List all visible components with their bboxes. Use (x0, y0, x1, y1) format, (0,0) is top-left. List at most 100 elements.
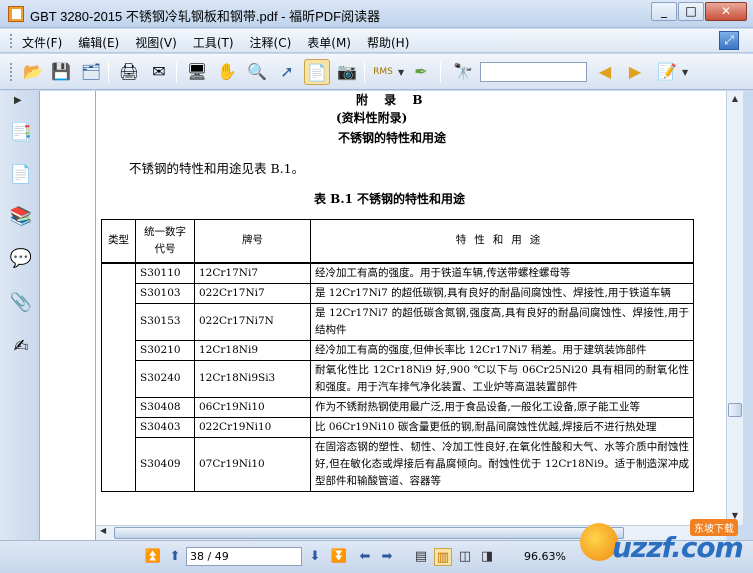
table-row: S30408 06Cr19Ni10 作为不锈耐热钢使用最广泛,用于食品设备,一般… (102, 396, 694, 418)
navigation-panel: ▶ 📑 📄 📚 💬 📎 ✍ (0, 91, 40, 540)
first-page-icon[interactable]: ⏫ (144, 548, 162, 566)
continuous-facing-icon[interactable]: ◨ (478, 548, 496, 566)
menu-comment[interactable]: 注释(C) (250, 34, 292, 51)
table-row: S30153 022Cr17Ni7N 是 12Cr17Ni7 的超低碳含氮钢,强… (102, 302, 694, 341)
close-button[interactable]: ✕ (705, 2, 747, 21)
grade-cell: 12Cr18Ni9 (194, 339, 311, 361)
search-input[interactable] (480, 62, 587, 82)
pages-icon[interactable]: 📄 (9, 163, 33, 187)
menu-help[interactable]: 帮助(H) (367, 34, 409, 51)
code-cell: S30153 (135, 302, 195, 341)
page-number-input[interactable]: 38 / 49 (186, 547, 302, 566)
code-cell: S30408 (135, 396, 195, 418)
comments-icon[interactable]: 💬 (9, 247, 33, 271)
appendix-label: 附 录 B (356, 93, 429, 107)
next-page-icon[interactable]: ⬇ (306, 548, 324, 566)
signatures-icon[interactable]: ✍ (9, 335, 33, 359)
menu-file[interactable]: 文件(F) (22, 34, 62, 51)
select-text-icon[interactable]: 📄 (304, 59, 330, 85)
app-icon (8, 6, 24, 22)
menu-edit[interactable]: 编辑(E) (78, 34, 119, 51)
code-cell: S30240 (135, 359, 195, 398)
table-row: S30403 022Cr19Ni10 比 06Cr19Ni10 碳含量更低的钢,… (102, 416, 694, 438)
find-icon[interactable]: 🔭 (450, 59, 476, 85)
rms-icon[interactable]: RMS (370, 59, 396, 85)
code-cell: S30210 (135, 339, 195, 361)
intro-text: 不锈钢的特性和用途见表 B.1。 (129, 161, 305, 176)
title-bar: GBT 3280-2015 不锈钢冷轧钢板和钢带.pdf - 福昕PDF阅读器 … (0, 0, 753, 28)
grade-cell: 022Cr17Ni7N (194, 302, 311, 341)
zoom-icon[interactable]: 🔍 (244, 59, 270, 85)
header-code: 统一数字代号 (135, 219, 195, 264)
save-icon[interactable]: 💾 (48, 59, 74, 85)
usage-cell: 是 12Cr17Ni7 的超低碳含氮钢,强度高,具有良好的耐晶间腐蚀性、焊接性,… (310, 302, 694, 341)
table-row: S30103 022Cr17Ni7 是 12Cr17Ni7 的超低碳钢,具有良好… (102, 282, 694, 304)
code-cell: S30103 (135, 282, 195, 304)
header-type: 类型 (101, 219, 136, 264)
highlight-icon[interactable]: 📝 (654, 59, 680, 85)
usage-cell: 是 12Cr17Ni7 的超低碳钢,具有良好的耐晶间腐蚀性、焊接性,用于铁道车辆 (310, 282, 694, 304)
save-all-icon[interactable]: 🗂 (78, 59, 104, 85)
snapshot-icon[interactable]: 📷 (334, 59, 360, 85)
type-cell (101, 262, 136, 492)
scroll-left-icon[interactable]: ◀ (100, 526, 106, 535)
rms-dropdown-icon[interactable]: ▼ (398, 68, 404, 77)
select-icon[interactable]: ➚ (274, 59, 300, 85)
menu-form[interactable]: 表单(M) (307, 34, 351, 51)
scroll-up-icon[interactable]: ▲ (727, 91, 743, 107)
code-cell: S30409 (135, 436, 195, 492)
header-grade: 牌号 (194, 219, 311, 264)
appendix-title: 不锈钢的特性和用途 (338, 131, 447, 145)
zoom-level[interactable]: 96.63% (524, 550, 566, 563)
document-view[interactable]: 附 录 B (资料性附录) 不锈钢的特性和用途 不锈钢的特性和用途见表 B.1。… (96, 91, 726, 525)
code-cell: S30110 (135, 262, 195, 284)
toolbar-grip[interactable] (10, 63, 13, 81)
next-result-icon[interactable]: ▶ (622, 59, 648, 85)
facing-page-icon[interactable]: ◫ (456, 548, 474, 566)
code-cell: S30403 (135, 416, 195, 438)
table-row: S30409 07Cr19Ni10 在固溶态钢的塑性、韧性、冷加工性良好,在氧化… (102, 436, 694, 492)
layers-icon[interactable]: 📚 (9, 205, 33, 229)
menu-grip[interactable] (10, 34, 13, 48)
toolbar: 📂 💾 🗂 🖨 ✉ 🖥 ✋ 🔍 ➚ 📄 📷 RMS ▼ ✒ 🔭 ◀ ▶ 📝 ▼ (0, 54, 753, 90)
menu-bar: 文件(F) 编辑(E) 视图(V) 工具(T) 注释(C) 表单(M) 帮助(H… (0, 29, 753, 53)
panel-expand-icon[interactable]: ▶ (14, 95, 22, 106)
watermark-logo: 东坡下载 uzzf.com (580, 505, 753, 573)
hscroll-thumb[interactable] (114, 527, 624, 539)
header-usage: 特性和用途 (310, 219, 694, 264)
hand-icon[interactable]: ✋ (214, 59, 240, 85)
email-icon[interactable]: ✉ (146, 59, 172, 85)
attachments-icon[interactable]: 📎 (9, 291, 33, 315)
highlight-dropdown-icon[interactable]: ▼ (682, 68, 688, 77)
window-controls: _ □ ✕ (650, 2, 747, 22)
sign-icon[interactable]: ✒ (408, 59, 434, 85)
grade-cell: 12Cr17Ni7 (194, 262, 311, 284)
menu-view[interactable]: 视图(V) (135, 34, 177, 51)
usage-cell: 作为不锈耐热钢使用最广泛,用于食品设备,一般化工设备,原子能工业等 (310, 396, 694, 418)
menu-tools[interactable]: 工具(T) (193, 34, 234, 51)
open-icon[interactable]: 📂 (20, 59, 46, 85)
bookmarks-icon[interactable]: 📑 (9, 121, 33, 145)
single-page-icon[interactable]: ▤ (412, 548, 430, 566)
usage-cell: 在固溶态钢的塑性、韧性、冷加工性良好,在氧化性酸和大气、水等介质中耐蚀性好,但在… (310, 436, 694, 492)
prev-result-icon[interactable]: ◀ (592, 59, 618, 85)
usage-cell: 耐氧化性比 12Cr18Ni9 好,900 ℃以下与 06Cr25Ni20 具有… (310, 359, 694, 398)
grade-cell: 12Cr18Ni9Si3 (194, 359, 311, 398)
table-row: S30110 12Cr17Ni7 经冷加工有高的强度。用于铁道车辆,传送带螺栓螺… (101, 262, 694, 492)
window-title: GBT 3280-2015 不锈钢冷轧钢板和钢带.pdf - 福昕PDF阅读器 (30, 9, 381, 24)
scroll-thumb[interactable] (728, 403, 742, 417)
maximize-button[interactable]: □ (678, 2, 704, 21)
back-icon[interactable]: ⬅ (356, 548, 374, 566)
table-row: S30210 12Cr18Ni9 经冷加工有高的强度,但伸长率比 12Cr17N… (102, 339, 694, 361)
fullscreen-icon[interactable]: 🖥 (184, 59, 210, 85)
forward-icon[interactable]: ➡ (378, 548, 396, 566)
expand-icon[interactable]: ⤢ (719, 31, 739, 50)
continuous-page-icon[interactable]: ▥ (434, 548, 452, 566)
print-icon[interactable]: 🖨 (116, 59, 142, 85)
grade-cell: 07Cr19Ni10 (194, 436, 311, 492)
properties-table: 类型 统一数字代号 牌号 特性和用途 S30110 12Cr17Ni7 经冷加工… (101, 219, 694, 492)
minimize-button[interactable]: _ (651, 2, 677, 21)
vertical-scrollbar[interactable]: ▲ ▼ (726, 91, 743, 525)
last-page-icon[interactable]: ⏬ (330, 548, 348, 566)
prev-page-icon[interactable]: ⬆ (166, 548, 184, 566)
